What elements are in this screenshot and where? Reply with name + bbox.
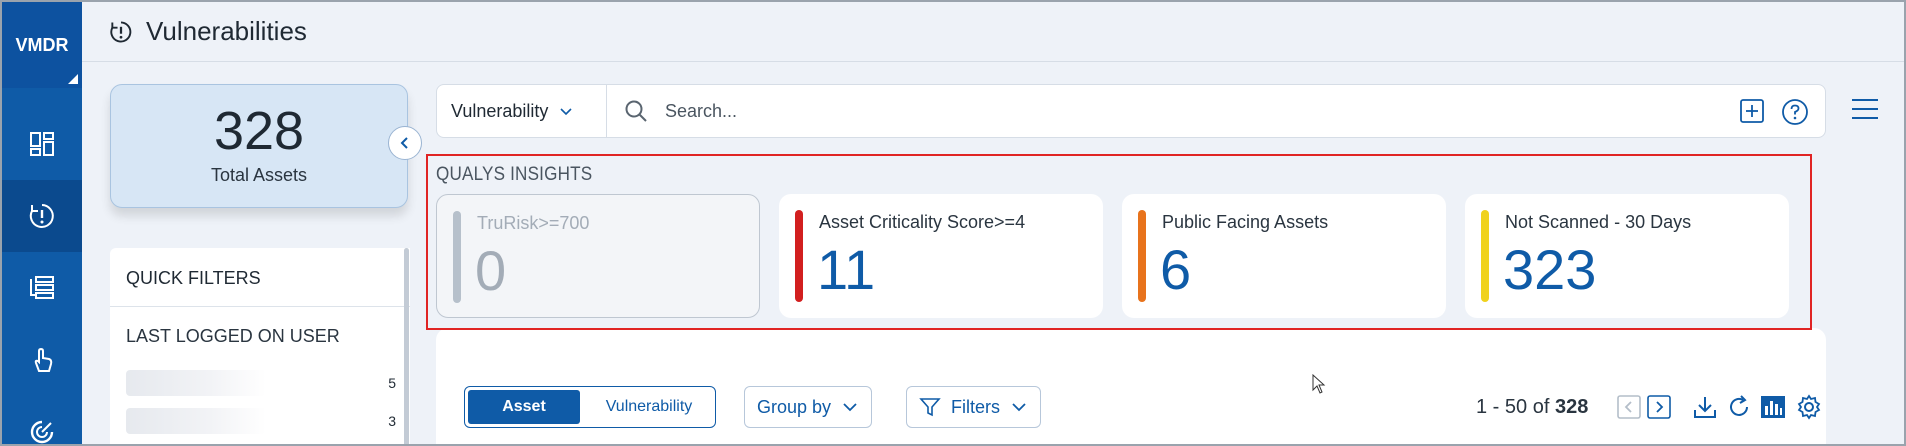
insight-card-public-facing[interactable]: Public Facing Assets 6 — [1122, 194, 1446, 318]
group-by-dropdown[interactable]: Group by — [744, 386, 873, 428]
insight-indicator-bar — [453, 211, 461, 303]
divider — [110, 306, 410, 307]
quick-filter-item[interactable]: 5 — [126, 370, 396, 396]
collapse-panel-button[interactable] — [388, 126, 422, 160]
left-nav: VMDR — [2, 2, 82, 444]
pagination-range: 1 - 50 of — [1476, 396, 1550, 418]
filters-dropdown[interactable]: Filters — [906, 386, 1041, 428]
insight-value: 11 — [817, 238, 876, 301]
app-window: VMDR Vulnerabilities 328 Total Assets QU… — [0, 0, 1906, 446]
page-header: Vulnerabilities — [82, 2, 1904, 62]
refresh-icon[interactable] — [1726, 394, 1752, 420]
insights-title: QUALYS INSIGHTS — [436, 164, 593, 185]
prioritization-icon — [30, 276, 54, 299]
insight-value: 6 — [1160, 238, 1192, 301]
quick-filters-panel: QUICK FILTERS LAST LOGGED ON USER 5 3 — [110, 248, 410, 444]
download-icon[interactable] — [1692, 394, 1718, 420]
chevron-left-icon — [400, 137, 408, 149]
help-button[interactable] — [1781, 98, 1809, 126]
nav-scan[interactable] — [2, 396, 82, 444]
redacted-user-name — [126, 370, 266, 396]
last-logged-on-user-heading: LAST LOGGED ON USER — [126, 326, 340, 346]
mouse-cursor-icon — [1312, 374, 1326, 394]
hamburger-menu-button[interactable] — [1850, 96, 1880, 122]
tab-vulnerability[interactable]: Vulnerability — [583, 387, 715, 427]
search-input[interactable] — [665, 97, 1565, 125]
filters-label: Filters — [951, 396, 1000, 417]
search-bar: Vulnerability — [436, 84, 1826, 138]
view-toggle: Asset Vulnerability — [464, 386, 716, 428]
results-panel: Asset Vulnerability Group by Filters 1 -… — [436, 328, 1826, 444]
insight-value: 323 — [1503, 238, 1597, 301]
tab-asset[interactable]: Asset — [468, 390, 580, 424]
quick-filter-item[interactable]: 3 — [126, 408, 396, 434]
qualys-insights-section: QUALYS INSIGHTS TruRisk>=700 0 Asset Cri… — [426, 154, 1812, 330]
filter-icon — [919, 398, 941, 417]
insight-indicator-bar — [1138, 210, 1146, 302]
group-by-label: Group by — [757, 396, 832, 417]
app-logo-text: VMDR — [15, 34, 69, 55]
redacted-user-name — [126, 408, 266, 434]
total-assets-card[interactable]: 328 Total Assets — [110, 84, 408, 208]
dashboard-icon — [30, 132, 54, 156]
page-title: Vulnerabilities — [146, 16, 307, 46]
next-page-button[interactable] — [1646, 394, 1672, 420]
quick-filters-scrollbar[interactable] — [404, 248, 409, 444]
chevron-down-icon — [843, 403, 857, 412]
nav-dashboard[interactable] — [2, 108, 82, 180]
insight-indicator-bar — [1481, 210, 1489, 302]
gear-icon[interactable] — [1796, 394, 1822, 420]
chart-view-icon[interactable] — [1760, 394, 1786, 420]
nav-prioritization[interactable] — [2, 252, 82, 324]
search-type-label: Vulnerability — [451, 100, 549, 121]
search-type-dropdown[interactable]: Vulnerability — [437, 85, 607, 137]
chevron-down-icon — [560, 108, 572, 116]
previous-page-button[interactable] — [1616, 394, 1642, 420]
add-query-button[interactable] — [1739, 98, 1765, 124]
app-switcher-corner-icon[interactable] — [68, 74, 78, 84]
insight-card-trurisk[interactable]: TruRisk>=700 0 — [436, 194, 760, 318]
nav-response[interactable] — [2, 324, 82, 396]
app-logo[interactable]: VMDR — [2, 2, 82, 88]
nav-vulnerabilities[interactable] — [2, 180, 82, 252]
pagination-info: 1 - 50 of 328 — [1476, 396, 1588, 419]
radar-icon — [30, 420, 54, 444]
quick-filter-count: 3 — [388, 413, 396, 429]
total-assets-count: 328 — [213, 101, 305, 161]
insight-value: 0 — [475, 239, 507, 302]
chevron-down-icon — [1012, 403, 1026, 412]
touch-hand-icon — [34, 347, 53, 372]
insight-label: Asset Criticality Score>=4 — [819, 212, 1026, 232]
total-assets-label: Total Assets — [210, 165, 308, 185]
insight-card-not-scanned[interactable]: Not Scanned - 30 Days 323 — [1465, 194, 1789, 318]
vulnerabilities-icon — [110, 21, 132, 43]
insight-label: TruRisk>=700 — [477, 213, 590, 233]
insight-label: Public Facing Assets — [1162, 212, 1329, 232]
vulnerabilities-icon — [29, 204, 54, 228]
insight-card-asset-criticality[interactable]: Asset Criticality Score>=4 11 — [779, 194, 1103, 318]
insight-indicator-bar — [795, 210, 803, 302]
quick-filters-title: QUICK FILTERS — [126, 268, 261, 288]
insight-label: Not Scanned - 30 Days — [1505, 212, 1692, 232]
search-icon — [625, 100, 647, 122]
pagination-total: 328 — [1554, 396, 1589, 418]
quick-filter-count: 5 — [388, 375, 396, 391]
